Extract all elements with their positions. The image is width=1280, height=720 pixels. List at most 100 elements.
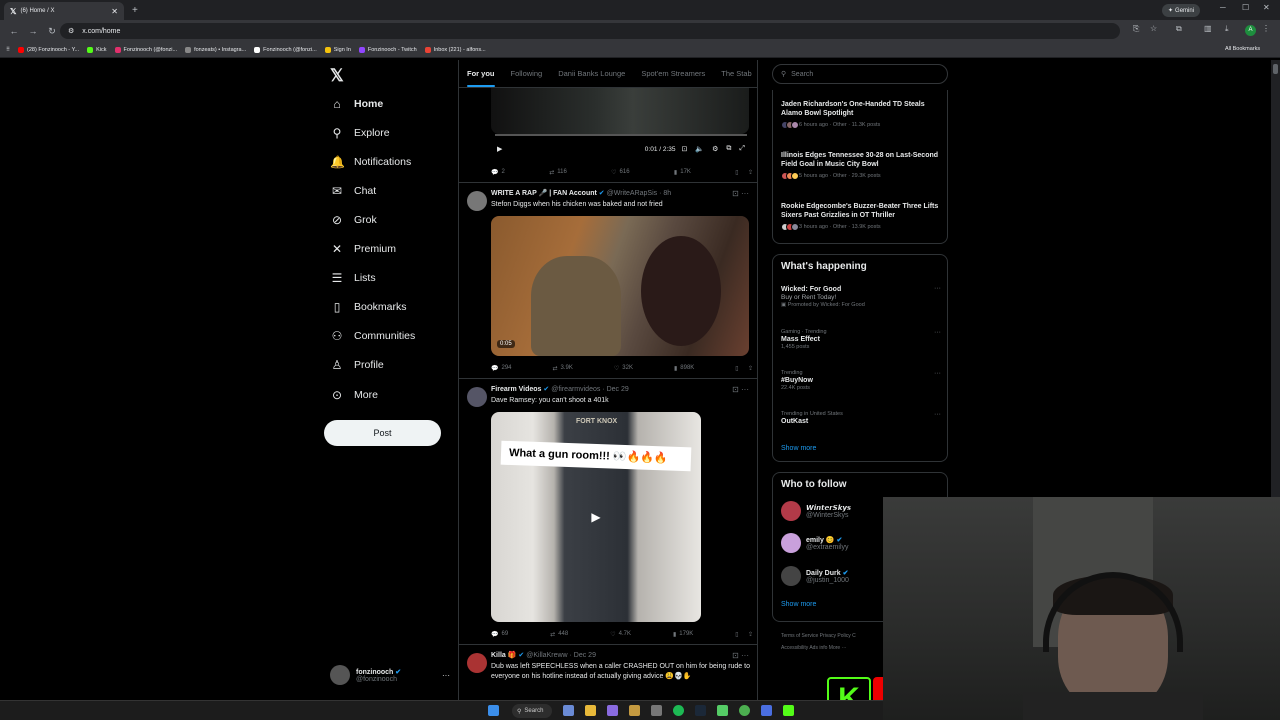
volume-icon[interactable]: 🔈 [695, 145, 704, 153]
share-icon[interactable]: ⇪ [748, 169, 753, 176]
window-close-icon[interactable]: ✕ [1263, 3, 1270, 12]
video-player[interactable]: FORT KNOX What a gun room!!! 👀🔥🔥🔥 ▶ [491, 412, 701, 622]
repost-button[interactable]: ⇄ 116 [549, 167, 567, 177]
windows-start-icon[interactable] [488, 705, 499, 716]
bookmark-item[interactable]: Fonzinooch (@fonzi... [254, 46, 317, 53]
news-item[interactable]: Illinois Edges Tennessee 30-28 on Last-S… [781, 151, 941, 180]
views-button[interactable]: ▮ 898K [674, 363, 694, 373]
nav-home[interactable]: ⌂ Home [330, 94, 383, 114]
bookmark-item[interactable]: Inbox (221) - alfons... [424, 46, 486, 53]
tweet-more-icon[interactable]: ⊡ ··· [732, 651, 749, 660]
play-icon[interactable]: ▶ [587, 508, 605, 526]
app-icon[interactable] [607, 705, 618, 716]
news-item[interactable]: Rookie Edgecombe's Buzzer-Beater Three L… [781, 202, 941, 231]
tweet-more-icon[interactable]: ⊡ ··· [732, 385, 749, 394]
settings-app-icon[interactable] [563, 705, 574, 716]
reload-icon[interactable]: ↻ [47, 26, 57, 37]
browser-profile-avatar[interactable]: A [1245, 25, 1256, 36]
follow-suggestion[interactable]: 𝙒𝙞𝙣𝙩𝙚𝙧𝙎𝙠𝙮𝙨 @WinterSkys [781, 501, 851, 521]
show-more-link[interactable]: Show more [781, 601, 816, 608]
reply-button[interactable]: 💬 69 [491, 629, 508, 639]
author-name[interactable]: Firearm Videos [491, 386, 541, 393]
avatar[interactable] [467, 387, 487, 407]
app-icon[interactable] [761, 705, 772, 716]
reply-button[interactable]: 💬 294 [491, 363, 512, 373]
tweet[interactable]: WRITE A RAP 🎤 | FAN Account ✔ @WriteARap… [459, 183, 757, 379]
repost-button[interactable]: ⇄ 448 [550, 629, 568, 639]
bookmark-icon[interactable]: ▯ [735, 169, 738, 176]
more-dots-icon[interactable]: ··· [442, 671, 450, 680]
tab-close-icon[interactable]: ✕ [111, 7, 118, 16]
bookmark-item[interactable]: (28) Fonzinooch - Y... [18, 46, 79, 53]
file-explorer-icon[interactable] [585, 705, 596, 716]
app-icon[interactable] [717, 705, 728, 716]
video-player[interactable]: 0:05 [491, 216, 749, 356]
tab-following[interactable]: Following [503, 60, 551, 87]
nav-grok[interactable]: ⊘ Grok [330, 210, 377, 230]
follow-suggestion[interactable]: emily 😊 ✔ @extraemilyy [781, 533, 849, 553]
forward-icon[interactable]: → [28, 26, 38, 36]
maximize-icon[interactable]: ☐ [1242, 3, 1249, 12]
author-name[interactable]: Killa 🎁 [491, 652, 516, 659]
pip-icon[interactable]: ⧉ [726, 145, 731, 153]
apps-icon[interactable]: ⠿ [6, 47, 10, 53]
tab-for-you[interactable]: For you [459, 60, 503, 87]
sidepanel-icon[interactable]: ▥ [1204, 24, 1212, 33]
author-handle[interactable]: @WriteARapSis · 8h [607, 190, 672, 197]
taskbar-search[interactable]: ⚲ Search [512, 704, 552, 718]
nav-premium[interactable]: ✕ Premium [330, 239, 396, 259]
trend-item[interactable]: Wicked: For Good Buy or Rent Today! ▣ Pr… [781, 285, 941, 308]
trend-item[interactable]: Trending in United States OutKast ··· [781, 411, 941, 425]
video-player[interactable] [491, 84, 749, 134]
tab-danii-banks-lounge[interactable]: Danii Banks Lounge [550, 60, 633, 87]
install-icon[interactable]: ⎘ [1133, 24, 1139, 34]
app-icon[interactable] [629, 705, 640, 716]
share-icon[interactable]: ⇪ [748, 631, 753, 638]
menu-icon[interactable]: ⋮ [1262, 24, 1270, 33]
trend-more-icon[interactable]: ··· [934, 411, 941, 418]
tweet-more-icon[interactable]: ⊡ ··· [732, 189, 749, 198]
kick-app-icon[interactable] [783, 705, 794, 716]
nav-profile[interactable]: ♙ Profile [330, 355, 384, 375]
extensions-icon[interactable]: ⧉ [1176, 24, 1182, 34]
tweet[interactable]: Firearm Videos ✔ @firearmvideos · Dec 29… [459, 379, 757, 645]
scrollbar-thumb[interactable] [1273, 64, 1278, 74]
bookmark-item[interactable]: Kick [87, 46, 107, 53]
back-icon[interactable]: ← [9, 26, 19, 36]
play-icon[interactable]: ▶ [497, 145, 502, 153]
site-info-icon[interactable]: ⚙ [68, 27, 74, 35]
repost-button[interactable]: ⇄ 3.9K [553, 363, 573, 373]
all-bookmarks-button[interactable]: All Bookmarks [1225, 46, 1260, 52]
nav-chat[interactable]: ✉ Chat [330, 181, 376, 201]
trend-more-icon[interactable]: ··· [934, 285, 941, 292]
trend-item[interactable]: Trending #BuyNow 22.4K posts ··· [781, 370, 941, 391]
author-name[interactable]: WRITE A RAP 🎤 | FAN Account [491, 190, 597, 197]
chrome-icon[interactable] [739, 705, 750, 716]
tab-the-stab[interactable]: The Stab [713, 60, 757, 87]
star-icon[interactable]: ☆ [1150, 24, 1157, 33]
bookmark-item[interactable]: fonzeats) • Instagra... [185, 46, 246, 53]
new-tab-icon[interactable]: + [132, 5, 138, 16]
reply-button[interactable]: 💬 2 [491, 167, 505, 177]
nav-lists[interactable]: ☰ Lists [330, 268, 376, 288]
like-button[interactable]: ♡ 616 [611, 167, 629, 177]
like-button[interactable]: ♡ 4.7K [610, 629, 631, 639]
fullscreen-icon[interactable]: ⤢ [739, 145, 745, 153]
nav-more[interactable]: ⊙ More [330, 385, 378, 405]
url-input[interactable]: ⚙ x.com/home [60, 23, 1120, 39]
minimize-icon[interactable]: ─ [1220, 3, 1226, 12]
steam-icon[interactable] [695, 705, 706, 716]
views-button[interactable]: ▮ 17K [674, 167, 691, 177]
like-button[interactable]: ♡ 32K [614, 363, 633, 373]
nav-notifications[interactable]: 🔔 Notifications [330, 152, 411, 172]
captions-icon[interactable]: ⊡ [682, 145, 688, 153]
bookmark-item[interactable]: Sign In [324, 46, 351, 53]
tweet[interactable]: ▶ 0:01 / 2:35 ⊡ 🔈 ⚙ ⧉ ⤢ 💬 2 ⇄ 116 ♡ 616 ▮ 17… [459, 84, 757, 183]
spotify-icon[interactable] [673, 705, 684, 716]
nav-bookmarks[interactable]: ▯ Bookmarks [330, 297, 407, 317]
gemini-button[interactable]: ✦ Gemini [1162, 4, 1201, 17]
search-input[interactable]: ⚲ Search [772, 64, 948, 84]
bookmark-item[interactable]: Fonzinooch (@fonzi... [114, 46, 177, 53]
download-icon[interactable]: ⤓ [1225, 24, 1229, 34]
avatar[interactable] [467, 191, 487, 211]
